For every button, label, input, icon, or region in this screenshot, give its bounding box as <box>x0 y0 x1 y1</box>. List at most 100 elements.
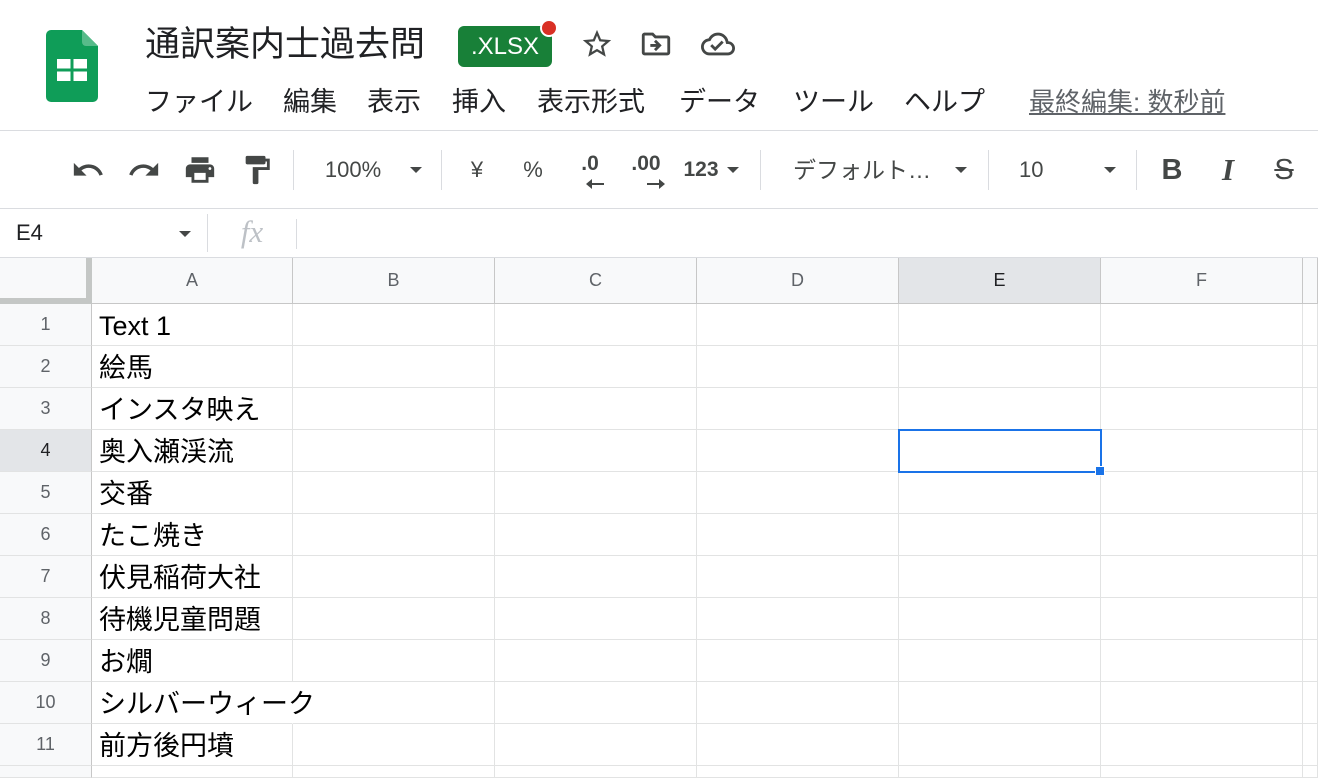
menu-view[interactable]: 表示 <box>367 84 421 120</box>
cell-f9[interactable] <box>1101 640 1303 682</box>
google-sheets-logo-icon[interactable] <box>46 30 98 102</box>
row-header-2[interactable]: 2 <box>0 346 92 388</box>
cell-a4[interactable]: 奥入瀬渓流 <box>92 430 293 472</box>
cell-b4[interactable] <box>293 430 495 472</box>
cell-d5[interactable] <box>697 472 899 514</box>
name-box-chevron-down-icon[interactable] <box>179 231 191 237</box>
menu-edit[interactable]: 編集 <box>283 84 337 120</box>
column-header-partial[interactable] <box>1303 258 1318 304</box>
cell-f11[interactable] <box>1101 724 1303 766</box>
cell-partial-column[interactable] <box>1303 472 1318 514</box>
cell-partial-row[interactable] <box>697 766 899 778</box>
menu-help[interactable]: ヘルプ <box>904 84 985 120</box>
cell-d10[interactable] <box>697 682 899 724</box>
percent-format-button[interactable]: % <box>513 153 553 187</box>
cell-partial-column[interactable] <box>1303 430 1318 472</box>
strikethrough-button[interactable]: S <box>1268 153 1300 187</box>
cell-b3[interactable] <box>293 388 495 430</box>
cell-c11[interactable] <box>495 724 697 766</box>
column-header-c[interactable]: C <box>495 258 697 304</box>
font-family-dropdown[interactable]: デフォルト… <box>793 153 943 187</box>
cell-b1[interactable] <box>293 304 495 346</box>
menu-insert[interactable]: 挿入 <box>452 84 506 120</box>
fill-handle[interactable] <box>1095 466 1105 476</box>
row-header-3[interactable]: 3 <box>0 388 92 430</box>
cell-f2[interactable] <box>1101 346 1303 388</box>
cell-b11[interactable] <box>293 724 495 766</box>
cloud-saved-icon[interactable] <box>701 27 735 61</box>
cell-e6[interactable] <box>899 514 1101 556</box>
cell-a11[interactable]: 前方後円墳 <box>92 724 293 766</box>
row-header-8[interactable]: 8 <box>0 598 92 640</box>
row-header-9[interactable]: 9 <box>0 640 92 682</box>
font-size-dropdown[interactable]: 10 <box>1019 153 1059 187</box>
menu-format[interactable]: 表示形式 <box>537 84 645 120</box>
cell-partial-column[interactable] <box>1303 304 1318 346</box>
last-edit-link[interactable]: 最終編集: 数秒前 <box>1029 84 1225 120</box>
cell-partial-column[interactable] <box>1303 556 1318 598</box>
cell-d11[interactable] <box>697 724 899 766</box>
column-header-b[interactable]: B <box>293 258 495 304</box>
cell-e9[interactable] <box>899 640 1101 682</box>
cell-e8[interactable] <box>899 598 1101 640</box>
cell-d1[interactable] <box>697 304 899 346</box>
font-size-chevron-down-icon[interactable] <box>1104 167 1116 173</box>
move-to-folder-icon[interactable] <box>639 27 673 61</box>
menu-data[interactable]: データ <box>679 84 760 120</box>
cell-c6[interactable] <box>495 514 697 556</box>
cell-d9[interactable] <box>697 640 899 682</box>
cell-b5[interactable] <box>293 472 495 514</box>
cell-partial-column[interactable] <box>1303 724 1318 766</box>
cell-a2[interactable]: 絵馬 <box>92 346 293 388</box>
cell-partial-row[interactable] <box>293 766 495 778</box>
italic-button[interactable]: I <box>1212 153 1244 187</box>
cell-partial-row[interactable] <box>495 766 697 778</box>
cell-e11[interactable] <box>899 724 1101 766</box>
cell-e1[interactable] <box>899 304 1101 346</box>
cell-partial-column[interactable] <box>1303 388 1318 430</box>
cell-f1[interactable] <box>1101 304 1303 346</box>
cell-f8[interactable] <box>1101 598 1303 640</box>
cell-d6[interactable] <box>697 514 899 556</box>
cell-partial-column[interactable] <box>1303 598 1318 640</box>
cell-d4[interactable] <box>697 430 899 472</box>
font-family-chevron-down-icon[interactable] <box>955 167 967 173</box>
row-header-7[interactable]: 7 <box>0 556 92 598</box>
cell-b8[interactable] <box>293 598 495 640</box>
column-header-f[interactable]: F <box>1101 258 1303 304</box>
cell-partial-row[interactable] <box>899 766 1101 778</box>
cell-b2[interactable] <box>293 346 495 388</box>
zoom-chevron-down-icon[interactable] <box>410 167 422 173</box>
cell-d7[interactable] <box>697 556 899 598</box>
cell-partial-row[interactable] <box>1303 766 1318 778</box>
cell-c4[interactable] <box>495 430 697 472</box>
undo-icon[interactable] <box>71 153 105 187</box>
cell-partial-column[interactable] <box>1303 346 1318 388</box>
row-header-1[interactable]: 1 <box>0 304 92 346</box>
cell-c7[interactable] <box>495 556 697 598</box>
cell-partial-column[interactable] <box>1303 514 1318 556</box>
cell-partial-column[interactable] <box>1303 682 1318 724</box>
redo-icon[interactable] <box>127 153 161 187</box>
cell-a3[interactable]: インスタ映え <box>92 388 293 430</box>
cell-a5[interactable]: 交番 <box>92 472 293 514</box>
more-formats-dropdown[interactable]: 123 <box>678 153 724 187</box>
cell-partial-row[interactable] <box>92 766 293 778</box>
cell-a10[interactable]: シルバーウィーク <box>92 682 315 724</box>
cell-a1[interactable]: Text 1 <box>92 304 293 346</box>
more-formats-chevron-down-icon[interactable] <box>727 167 739 173</box>
cell-partial-column[interactable] <box>1303 640 1318 682</box>
column-header-e[interactable]: E <box>899 258 1101 304</box>
cell-c2[interactable] <box>495 346 697 388</box>
cell-b9[interactable] <box>293 640 495 682</box>
cell-f5[interactable] <box>1101 472 1303 514</box>
bold-button[interactable]: B <box>1156 153 1188 187</box>
cell-b10[interactable] <box>293 682 495 724</box>
cell-f7[interactable] <box>1101 556 1303 598</box>
row-header-11[interactable]: 11 <box>0 724 92 766</box>
cell-d8[interactable] <box>697 598 899 640</box>
cell-e10[interactable] <box>899 682 1101 724</box>
document-title[interactable]: 通訳案内士過去問 <box>145 25 425 65</box>
cell-f4[interactable] <box>1101 430 1303 472</box>
zoom-dropdown[interactable]: 100% <box>318 153 388 187</box>
